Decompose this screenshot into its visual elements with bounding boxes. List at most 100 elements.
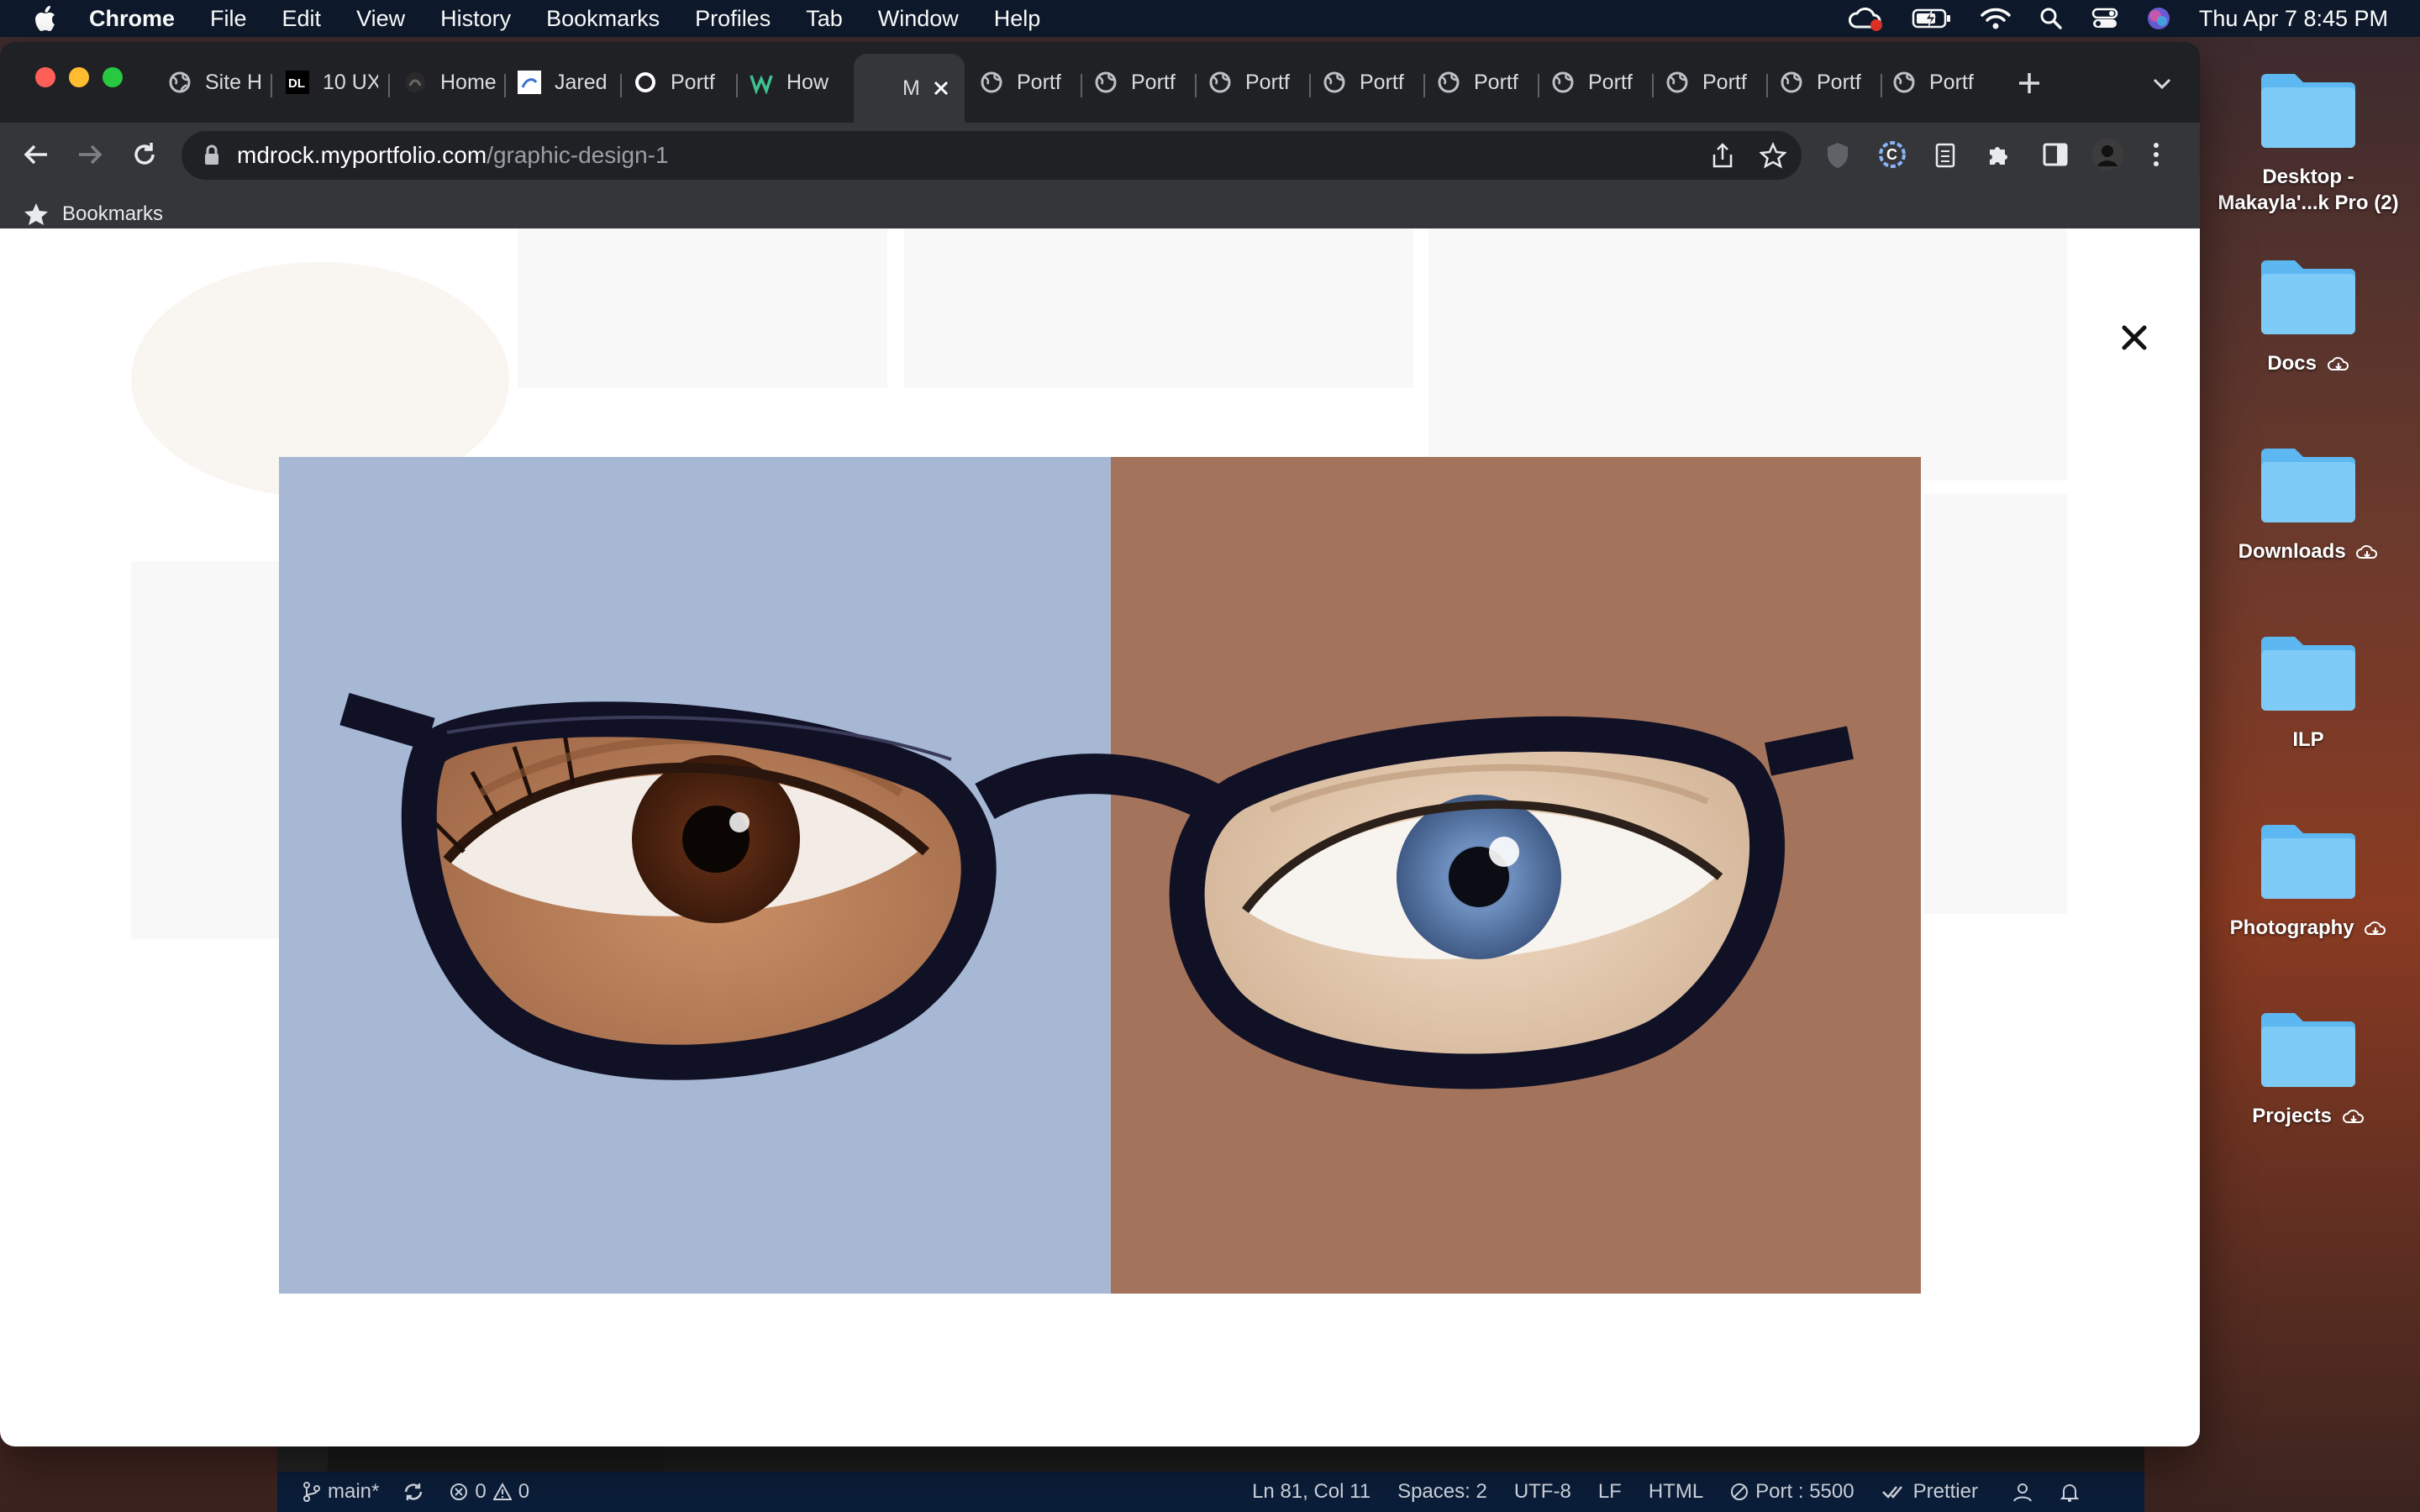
side-panel-icon[interactable] bbox=[2042, 141, 2069, 168]
tab-portfolio-1[interactable]: Portf bbox=[634, 60, 726, 104]
folder-icon bbox=[2261, 1013, 2355, 1087]
close-window-button[interactable] bbox=[35, 67, 55, 87]
globe-icon bbox=[1666, 71, 1688, 93]
accounts-icon[interactable] bbox=[2012, 1481, 2033, 1503]
chrome-menu-kebab-icon[interactable] bbox=[2151, 141, 2161, 168]
language-mode[interactable]: HTML bbox=[1649, 1480, 1703, 1504]
cursor-position[interactable]: Ln 81, Col 11 bbox=[1252, 1480, 1370, 1504]
c-extension-icon[interactable]: C bbox=[1879, 141, 1906, 168]
tab-home[interactable]: Home bbox=[403, 60, 496, 104]
tab-label: Portf bbox=[1474, 70, 1518, 94]
tab-portfolio-2[interactable]: Portf bbox=[980, 60, 1072, 104]
tab-separator bbox=[388, 74, 390, 97]
share-icon[interactable] bbox=[1711, 143, 1734, 170]
icloud-download-icon bbox=[2356, 544, 2378, 559]
line-ending[interactable]: LF bbox=[1598, 1480, 1622, 1504]
menu-app-chrome[interactable]: Chrome bbox=[89, 6, 175, 32]
zoom-window-button[interactable] bbox=[103, 67, 123, 87]
menu-profiles[interactable]: Profiles bbox=[695, 6, 771, 32]
tab-label: Portf bbox=[1817, 70, 1861, 94]
indentation[interactable]: Spaces: 2 bbox=[1397, 1480, 1487, 1504]
bookmark-star-icon[interactable] bbox=[1760, 142, 1786, 169]
background-thumbnail bbox=[1428, 228, 2067, 480]
port-label: Port : 5500 bbox=[1755, 1480, 1854, 1503]
forward-arrow-icon[interactable] bbox=[76, 141, 104, 168]
prettier-status[interactable]: Prettier bbox=[1881, 1480, 1978, 1504]
menu-file[interactable]: File bbox=[210, 6, 247, 32]
menu-bar-clock[interactable]: Thu Apr 7 8:45 PM bbox=[2199, 6, 2388, 32]
lightbox-close-icon[interactable] bbox=[2118, 321, 2151, 354]
git-branch-icon bbox=[303, 1482, 320, 1502]
battery-icon[interactable] bbox=[1912, 8, 1952, 29]
tab-portfolio-10[interactable]: Portf bbox=[1892, 60, 1985, 104]
git-branch[interactable]: main* bbox=[302, 1480, 379, 1504]
tab-portfolio-7[interactable]: Portf bbox=[1551, 60, 1644, 104]
problems-indicator[interactable]: 0 0 bbox=[450, 1480, 529, 1504]
control-center-icon[interactable] bbox=[2091, 7, 2118, 30]
menu-window[interactable]: Window bbox=[878, 6, 959, 32]
tab-how[interactable]: How bbox=[750, 60, 842, 104]
menu-history[interactable]: History bbox=[440, 6, 511, 32]
desktop-folder-photography[interactable]: Photography bbox=[2212, 818, 2405, 941]
desktop-folder-projects[interactable]: Projects bbox=[2212, 1006, 2405, 1129]
minimize-window-button[interactable] bbox=[69, 67, 89, 87]
desktop-folder-desktop[interactable]: Desktop - Makayla'...k Pro (2) bbox=[2212, 67, 2405, 216]
tab-portfolio-6[interactable]: Portf bbox=[1437, 60, 1529, 104]
background-thumbnail bbox=[904, 228, 1413, 388]
apple-logo-icon[interactable] bbox=[32, 5, 57, 32]
menu-edit[interactable]: Edit bbox=[282, 6, 322, 32]
desktop-folder-downloads[interactable]: Downloads bbox=[2212, 442, 2405, 564]
creative-cloud-icon[interactable] bbox=[1848, 5, 1883, 32]
dl-logo-icon: DL bbox=[286, 71, 309, 94]
tab-label: Portf bbox=[1929, 70, 1974, 94]
desktop-folder-ilp[interactable]: ILP bbox=[2212, 630, 2405, 753]
tab-jared[interactable]: Jared bbox=[518, 60, 610, 104]
bookmarks-label[interactable]: Bookmarks bbox=[62, 202, 163, 226]
siri-icon[interactable] bbox=[2147, 7, 2170, 30]
tab-search-chevron-icon[interactable] bbox=[2151, 74, 2173, 92]
folder-icon bbox=[2261, 825, 2355, 899]
profile-avatar[interactable] bbox=[2091, 138, 2124, 171]
tab-label: Jared bbox=[555, 70, 608, 94]
extensions-puzzle-icon[interactable] bbox=[1986, 141, 2013, 168]
tab-portfolio-8[interactable]: Portf bbox=[1665, 60, 1758, 104]
notifications-bell-icon[interactable] bbox=[2059, 1481, 2081, 1503]
tab-separator bbox=[1538, 74, 1539, 97]
desktop-folder-docs[interactable]: Docs bbox=[2212, 254, 2405, 376]
back-arrow-icon[interactable] bbox=[22, 141, 50, 168]
clipboard-extension-icon[interactable] bbox=[1934, 141, 1956, 168]
sync-icon[interactable] bbox=[402, 1481, 424, 1503]
folder-label: Docs bbox=[2267, 352, 2317, 375]
menu-view[interactable]: View bbox=[356, 6, 405, 32]
menu-bookmarks[interactable]: Bookmarks bbox=[546, 6, 660, 32]
reload-icon[interactable] bbox=[131, 141, 158, 168]
new-tab-plus-icon[interactable] bbox=[2017, 71, 2042, 96]
menu-help[interactable]: Help bbox=[994, 6, 1041, 32]
tab-active-m[interactable]: M bbox=[854, 54, 965, 123]
warning-count: 0 bbox=[518, 1480, 530, 1503]
lock-icon[interactable] bbox=[203, 144, 220, 166]
shield-extension-icon[interactable] bbox=[1825, 141, 1850, 170]
tab-10-ux[interactable]: DL 10 UX bbox=[286, 60, 378, 104]
spotlight-search-icon[interactable] bbox=[2039, 7, 2063, 30]
tab-separator bbox=[271, 74, 272, 97]
tab-site-h[interactable]: Site H bbox=[168, 60, 260, 104]
double-check-icon bbox=[1881, 1486, 1902, 1499]
star-bookmark-icon bbox=[24, 203, 48, 225]
tab-portfolio-9[interactable]: Portf bbox=[1780, 60, 1872, 104]
tab-label: Portf bbox=[1702, 70, 1747, 94]
encoding[interactable]: UTF-8 bbox=[1514, 1480, 1571, 1504]
tab-portfolio-3[interactable]: Portf bbox=[1094, 60, 1186, 104]
tab-separator bbox=[620, 74, 622, 97]
wifi-icon[interactable] bbox=[1981, 7, 2011, 30]
tab-label: 10 UX bbox=[323, 70, 378, 94]
url-text[interactable]: mdrock.myportfolio.com/graphic-design-1 bbox=[237, 142, 669, 169]
tab-label: Portf bbox=[1588, 70, 1633, 94]
address-bar[interactable]: mdrock.myportfolio.com/graphic-design-1 bbox=[182, 131, 1802, 180]
menu-tab[interactable]: Tab bbox=[806, 6, 843, 32]
live-server-port[interactable]: Port : 5500 bbox=[1730, 1480, 1854, 1504]
tab-close-icon[interactable] bbox=[932, 79, 950, 97]
globe-icon bbox=[1323, 71, 1345, 93]
tab-portfolio-5[interactable]: Portf bbox=[1323, 60, 1415, 104]
tab-portfolio-4[interactable]: Portf bbox=[1208, 60, 1301, 104]
